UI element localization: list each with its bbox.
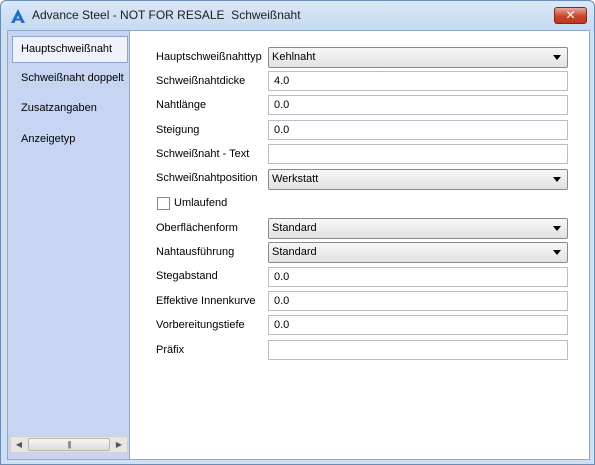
advance-steel-logo-icon [11, 9, 25, 23]
dialog-window: Advance Steel - NOT FOR RESALE Schweißna… [0, 0, 595, 465]
stegabstand-input[interactable]: 0.0 [268, 267, 568, 287]
nahtausfuehrung-label: Nahtausführung [156, 246, 235, 258]
schweissnahtposition-label: Schweißnahtposition [156, 172, 258, 184]
sidebar-item-hauptschweissnaht[interactable]: Hauptschweißnaht [12, 36, 128, 63]
vorbereitungstiefe-input[interactable]: 0.0 [268, 315, 568, 335]
schweissnaht-text-label: Schweißnaht - Text [156, 148, 250, 160]
sidebar-item-label: Schweißnaht doppelt [21, 72, 124, 84]
nahtausfuehrung-select[interactable]: Standard [268, 242, 568, 263]
umlaufend-checkbox[interactable] [157, 197, 170, 210]
chevron-down-icon [553, 250, 561, 255]
chevron-down-icon [553, 177, 561, 182]
properties-panel: Hauptschweißnahttyp Kehlnaht Schweißnaht… [131, 31, 589, 459]
title-bar[interactable]: Advance Steel - NOT FOR RESALE Schweißna… [1, 1, 594, 30]
sidebar-horizontal-scrollbar[interactable]: ◀ ||| ▶ [10, 436, 128, 453]
scroll-left-icon[interactable]: ◀ [11, 437, 27, 452]
select-value: Standard [272, 246, 317, 258]
innenkurve-label: Effektive Innenkurve [156, 295, 256, 307]
scroll-right-icon[interactable]: ▶ [111, 437, 127, 452]
hauptschweissnahttyp-select[interactable]: Kehlnaht [268, 47, 568, 68]
close-button[interactable]: ✕ [554, 7, 587, 24]
nahtlaenge-label: Nahtlänge [156, 99, 207, 111]
sidebar: Hauptschweißnaht Schweißnaht doppelt Zus… [8, 31, 130, 459]
oberflaechenform-select[interactable]: Standard [268, 218, 568, 239]
stegabstand-label: Stegabstand [156, 270, 218, 282]
sidebar-item-label: Hauptschweißnaht [21, 43, 113, 55]
sidebar-item-label: Anzeigetyp [21, 133, 76, 145]
hauptschweissnahttyp-label: Hauptschweißnahttyp [156, 51, 262, 63]
steigung-input[interactable]: 0.0 [268, 120, 568, 140]
vorbereitungstiefe-label: Vorbereitungstiefe [156, 319, 245, 331]
sidebar-item-schweissnaht-doppelt[interactable]: Schweißnaht doppelt [12, 65, 128, 92]
select-value: Werkstatt [272, 173, 319, 185]
innenkurve-input[interactable]: 0.0 [268, 291, 568, 311]
praefix-label: Präfix [156, 344, 185, 356]
scrollbar-thumb[interactable]: ||| [28, 438, 110, 451]
chevron-down-icon [553, 55, 561, 60]
select-value: Kehlnaht [272, 51, 316, 63]
sidebar-item-anzeigetyp[interactable]: Anzeigetyp [12, 126, 128, 153]
schweissnaht-text-input[interactable] [268, 144, 568, 164]
schweissnahtposition-select[interactable]: Werkstatt [268, 169, 568, 190]
schweissnahtdicke-label: Schweißnahtdicke [156, 75, 246, 87]
nahtlaenge-input[interactable]: 0.0 [268, 95, 568, 115]
steigung-label: Steigung [156, 124, 200, 136]
dialog-client-area: Hauptschweißnaht Schweißnaht doppelt Zus… [7, 30, 590, 460]
select-value: Standard [272, 222, 317, 234]
sidebar-item-label: Zusatzangaben [21, 102, 97, 114]
sidebar-item-zusatzangaben[interactable]: Zusatzangaben [12, 95, 128, 122]
praefix-input[interactable] [268, 340, 568, 360]
schweissnahtdicke-input[interactable]: 4.0 [268, 71, 568, 91]
umlaufend-label: Umlaufend [174, 197, 228, 209]
window-title: Advance Steel - NOT FOR RESALE Schweißna… [32, 8, 301, 22]
oberflaechenform-label: Oberflächenform [156, 222, 238, 234]
close-icon: ✕ [565, 8, 576, 22]
chevron-down-icon [553, 226, 561, 231]
